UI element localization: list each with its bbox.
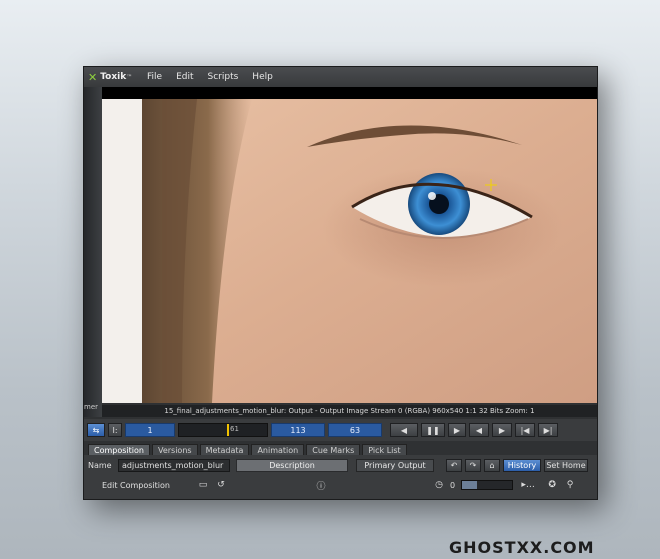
undo-arrow-icon[interactable]: ↶ [446, 458, 462, 472]
start-frame-icon[interactable]: I: [108, 423, 122, 437]
clock-icon[interactable]: ◷ [432, 479, 446, 491]
menu-scripts[interactable]: Scripts [201, 72, 246, 82]
composition-row-2: Edit Composition ▭ ↺ ⓘ ◷ 0 ▸… ✪ ⚲ [84, 477, 597, 493]
trademark: ™ [126, 73, 133, 81]
tab-composition[interactable]: Composition [88, 444, 150, 455]
info-icon[interactable]: ⓘ [314, 479, 328, 492]
left-strip-label: mer [84, 403, 99, 411]
pin-icon[interactable]: ⚲ [563, 479, 577, 491]
viewer-status-line: 15_final_adjustments_motion_blur: Output… [102, 405, 597, 417]
panel-tabs: Composition Versions Metadata Animation … [84, 442, 597, 455]
toxik-window: ✕ Toxik ™ File Edit Scripts Help mer 15_… [83, 66, 598, 500]
watermark-text: GHOSTXX.COM [449, 538, 595, 557]
app-logo: ✕ Toxik ™ [84, 71, 140, 84]
name-label: Name [88, 460, 112, 470]
toxik-x-icon: ✕ [88, 70, 98, 84]
left-side-panel[interactable] [84, 87, 102, 417]
redo-arrow-icon[interactable]: ↷ [465, 458, 481, 472]
step-forward-button[interactable]: ▶ [492, 423, 512, 437]
go-to-end-button[interactable]: ▶| [538, 423, 558, 437]
step-back-button[interactable]: ◀ [469, 423, 489, 437]
name-field[interactable]: adjustments_motion_blur [118, 458, 230, 472]
end-frame-field[interactable]: 113 [271, 423, 325, 437]
sync-arrows-icon[interactable]: ⇆ [87, 423, 105, 437]
start-frame-field[interactable]: 1 [125, 423, 175, 437]
primary-output-button[interactable]: Primary Output [356, 458, 434, 472]
menu-help[interactable]: Help [245, 72, 280, 82]
tab-versions[interactable]: Versions [151, 444, 198, 455]
film-reel-icon[interactable]: ✪ [545, 479, 559, 491]
more-options-icon[interactable]: ▸… [521, 479, 535, 491]
set-home-button[interactable]: Set Home [544, 458, 588, 472]
image-viewer[interactable] [102, 87, 597, 403]
viewer-image [102, 87, 597, 403]
timeline-scrubber[interactable]: 61 [178, 423, 268, 437]
edit-composition-button[interactable]: Edit Composition [102, 481, 182, 490]
transport-bar: ⇆ I: 1 61 113 63 ◀ ❚❚ ▶ ◀ ▶ |◀ ▶| [84, 419, 597, 441]
playhead-frame-label: 61 [230, 425, 239, 433]
description-field[interactable]: Description [236, 458, 348, 472]
book-icon[interactable]: ▭ [196, 479, 210, 491]
menu-bar: ✕ Toxik ™ File Edit Scripts Help [84, 67, 597, 87]
pause-button[interactable]: ❚❚ [421, 423, 445, 437]
tab-cue-marks[interactable]: Cue Marks [306, 444, 361, 455]
history-button[interactable]: History [503, 458, 541, 472]
play-backward-button[interactable]: ◀ [390, 423, 418, 437]
go-to-start-button[interactable]: |◀ [515, 423, 535, 437]
counter-value: 0 [450, 480, 456, 490]
refresh-icon[interactable]: ↺ [214, 479, 228, 491]
composition-row-1: Name adjustments_motion_blur Description… [84, 457, 597, 473]
tab-metadata[interactable]: Metadata [199, 444, 250, 455]
playhead-marker[interactable] [227, 424, 229, 436]
play-forward-button[interactable]: ▶ [448, 423, 466, 437]
cache-slider[interactable] [461, 480, 514, 490]
tab-pick-list[interactable]: Pick List [362, 444, 407, 455]
composition-panel: Name adjustments_motion_blur Description… [84, 455, 597, 499]
menu-edit[interactable]: Edit [169, 72, 200, 82]
current-frame-field[interactable]: 63 [328, 423, 382, 437]
slider-fill [462, 481, 478, 489]
home-icon[interactable]: ⌂ [484, 458, 500, 472]
tab-animation[interactable]: Animation [251, 444, 305, 455]
app-name: Toxik [100, 72, 127, 82]
menu-file[interactable]: File [140, 72, 169, 82]
